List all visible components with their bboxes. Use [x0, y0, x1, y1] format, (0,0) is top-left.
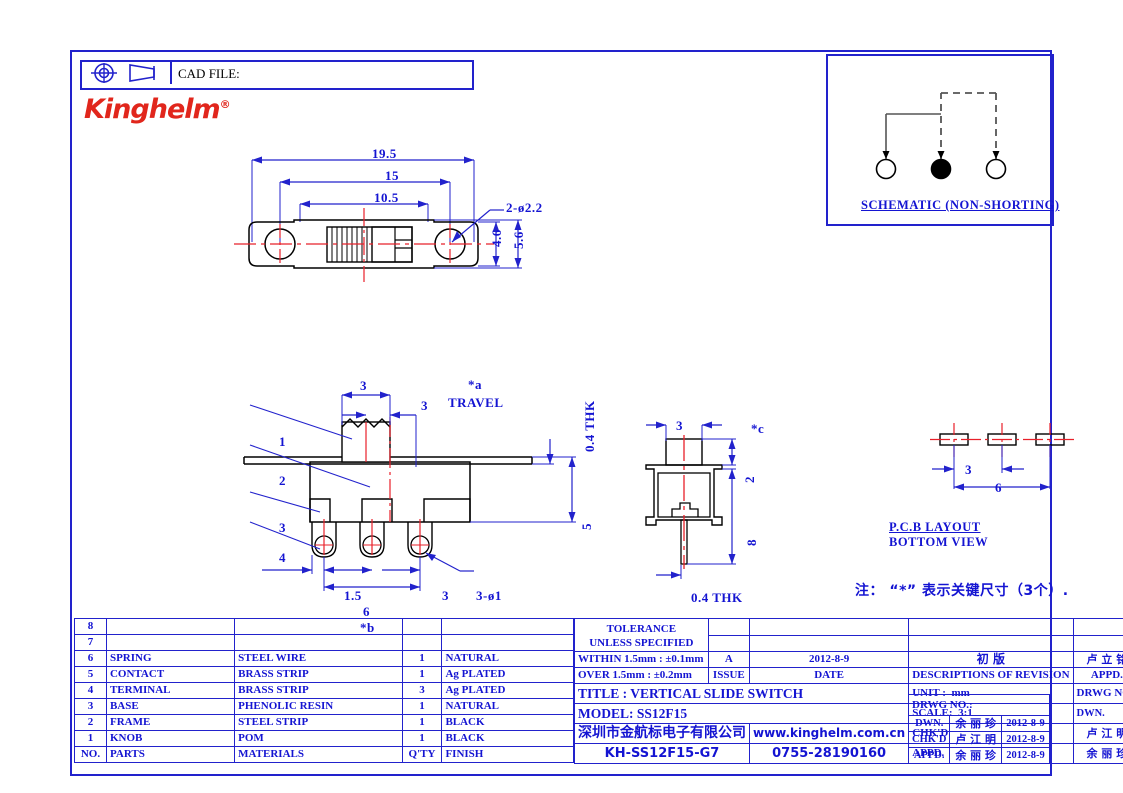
front-view-drawing [243, 391, 576, 591]
bill-of-materials-table: 8 7 6 SPRING STEEL WIRE 1 NATURAL 5 CONTACT BR… [74, 618, 574, 763]
date-value: 2012-8-9 [748, 651, 910, 668]
revision-blank-1 [908, 618, 1074, 636]
front-view-dim-3-knob: 3 [360, 378, 367, 393]
schematic-panel: SCHEMATIC (NON-SHORTING) [826, 54, 1059, 226]
side-view-dim-3: 3 [676, 418, 683, 433]
company-name-cn: 深圳市金航标电子有限公司 [574, 723, 750, 744]
tolerance-over: OVER 1.5mm : ±0.2mm [574, 667, 709, 684]
kinghelm-logo: Kinghelm® [84, 94, 231, 125]
front-view-label-star-a: *a [468, 377, 482, 392]
front-view-dim-3x1: 3-ø1 [476, 588, 502, 603]
dwn-date-cell: 2012-8-9 [1000, 715, 1051, 732]
appd-name: 余 丽 珍 [1072, 743, 1123, 764]
side-view-drawing [645, 421, 736, 579]
bom-col-finish: FINISH [441, 746, 574, 763]
revision-appd-blank-2 [1072, 634, 1123, 652]
side-view-dim-8: 8 [744, 539, 759, 546]
top-view-dim-5-6: 5.6 [511, 231, 526, 249]
table-row: 1 KNOB POM 1 BLACK [74, 730, 574, 747]
appd-date-cell: 2012-8-9 [1000, 747, 1051, 764]
bom-col-materials: MATERIALS [234, 746, 403, 763]
cad-file-label: CAD FILE: [178, 66, 240, 81]
front-view-dim-3-travel: 3 [421, 398, 428, 413]
company-phone: 0755-28190160 [748, 743, 910, 764]
drawing-sheet: CAD FILE: Kinghelm® SCHEMATIC (NON-SHORT… [70, 50, 1123, 776]
dwn-label: DWN. [1076, 708, 1105, 719]
issue-blank-1 [707, 618, 751, 636]
top-view-dim-19-5: 19.5 [372, 146, 397, 161]
chkd-label-cell: CHK'D [907, 731, 951, 748]
drwg-no-label-cell: DRWG NO.: [908, 694, 1050, 716]
issue-value: A [707, 651, 751, 668]
pcb-layout-caption-line1: P.C.B LAYOUT [889, 520, 981, 534]
appd-name-cell: 余 丽 珍 [949, 747, 1002, 764]
bom-col-qty: Q'TY [401, 746, 443, 763]
table-header-row: NO. PARTS MATERIALS Q'TY FINISH [74, 746, 574, 763]
table-row: 7 [74, 634, 574, 651]
logo-registered-mark: ® [219, 98, 231, 111]
company-website: www.kinghelm.com.cn [748, 723, 910, 744]
table-row: 2 FRAME STEEL STRIP 1 BLACK [74, 714, 574, 731]
date-blank-1 [748, 618, 910, 636]
chkd-date-cell: 2012-8-9 [1000, 731, 1051, 748]
pcb-dim-3: 3 [965, 462, 972, 477]
chkd-name: 卢 江 明 [1072, 723, 1123, 744]
front-view-dim-5: 5 [579, 523, 594, 530]
tolerance-heading: TOLERANCE UNLESS SPECIFIED [574, 618, 709, 652]
top-view-dim-10-5: 10.5 [374, 190, 399, 205]
dwn-row: DWN. [1072, 703, 1123, 724]
pcb-dim-6: 6 [995, 480, 1002, 495]
appd-label-cell: APPD. [907, 747, 951, 764]
table-row: 8 [74, 618, 574, 635]
front-view-balloon-1: 1 [279, 434, 286, 449]
side-view-label-star-c: *c [751, 421, 765, 436]
dwn-label-cell: DWN. [907, 715, 951, 732]
revision-appd-blank-1 [1072, 618, 1123, 636]
front-view-label-travel: TRAVEL [448, 395, 504, 410]
front-view-dim-3-pitch: 3 [442, 588, 449, 603]
revision-blank-2 [908, 634, 1074, 652]
schematic-diagram [875, 92, 1007, 180]
revision-appd-value: 卢 立 铭 [1072, 651, 1123, 668]
top-view-dim-2x2-2: 2-ø2.2 [506, 200, 543, 215]
drawing-title: TITLE : VERTICAL SLIDE SWITCH [573, 683, 910, 704]
date-label: DATE [748, 667, 910, 684]
table-row: 4 TERMINAL BRASS STRIP 3 Ag PLATED [74, 682, 574, 699]
key-dimension-note: 注： “*” 表示关键尺寸（3个）. [855, 583, 1069, 599]
front-view-balloon-4: 4 [279, 550, 286, 565]
top-view-dim-4-6: 4.6 [489, 229, 504, 247]
revision-appd-label: APPD. [1072, 667, 1123, 684]
first-angle-projection-icon [91, 63, 155, 83]
signoff-table: DRWG NO.: DWN. 余 丽 珍 2012-8-9 CHK'D 卢 江 … [907, 694, 1051, 764]
date-blank-2 [748, 634, 910, 652]
bom-col-no: NO. [74, 746, 107, 763]
front-view-dim-1-5: 1.5 [344, 588, 362, 603]
issue-label: ISSUE [707, 667, 751, 684]
issue-blank-2 [707, 634, 751, 652]
pcb-layout-caption-line2: BOTTOM VIEW [889, 535, 989, 549]
side-view-dim-2: 2 [742, 476, 757, 483]
front-view-balloon-3: 3 [279, 520, 286, 535]
front-view-balloon-2: 2 [279, 473, 286, 488]
revision-label: DESCRIPTIONS OF REVISION [908, 667, 1074, 684]
model-number: MODEL: SS12F15 [573, 703, 910, 724]
table-row: 5 CONTACT BRASS STRIP 1 Ag PLATED [74, 666, 574, 683]
bom-col-parts: PARTS [105, 746, 236, 763]
tolerance-within: WITHIN 1.5mm : ±0.1mm [574, 651, 709, 668]
chkd-name-cell: 卢 江 明 [949, 731, 1002, 748]
part-number: KH-SS12F15-G7 [574, 743, 750, 764]
top-view-dim-15: 15 [385, 168, 399, 183]
revision-value: 初 版 [908, 651, 1074, 668]
cad-file-header: CAD FILE: [80, 60, 474, 90]
schematic-caption: SCHEMATIC (NON-SHORTING) [861, 198, 1060, 212]
front-view-dim-0-4-thk: 0.4 THK [582, 400, 597, 452]
drwg-no-cell: DRWG NO.: [1072, 683, 1123, 704]
logo-text: Kinghelm [84, 94, 221, 125]
dwn-name-cell: 余 丽 珍 [949, 715, 1002, 732]
side-view-dim-0-4-thk: 0.4 THK [691, 590, 743, 605]
table-row: 6 SPRING STEEL WIRE 1 NATURAL [74, 650, 574, 667]
table-row: 3 BASE PHENOLIC RESIN 1 NATURAL [74, 698, 574, 715]
